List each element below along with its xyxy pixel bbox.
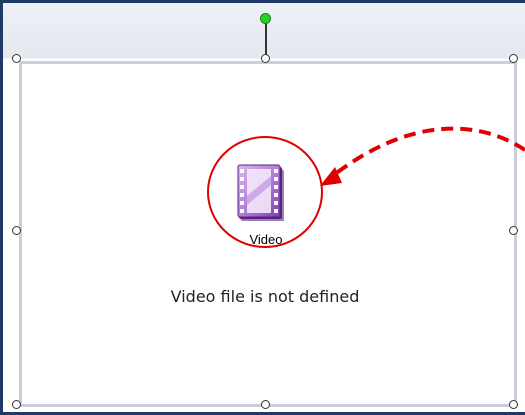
video-status-message: Video file is not defined <box>170 287 360 306</box>
resize-handle-middle-left[interactable] <box>12 226 21 235</box>
video-icon-label: Video <box>249 232 283 247</box>
resize-handle-bottom-center[interactable] <box>261 400 270 409</box>
rotate-connector-line <box>265 22 267 58</box>
resize-handle-middle-right[interactable] <box>509 226 518 235</box>
resize-handle-top-center[interactable] <box>261 54 270 63</box>
resize-handle-top-right[interactable] <box>509 54 518 63</box>
resize-handle-bottom-right[interactable] <box>509 400 518 409</box>
resize-handle-bottom-left[interactable] <box>12 400 21 409</box>
video-film-icon[interactable] <box>230 160 300 230</box>
rotate-handle[interactable] <box>260 13 271 24</box>
resize-handle-top-left[interactable] <box>12 54 21 63</box>
